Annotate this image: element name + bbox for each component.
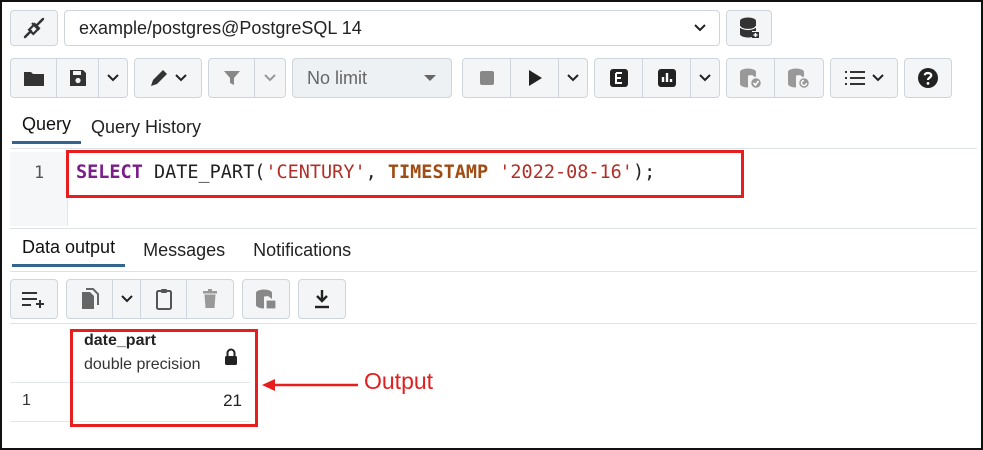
query-toolbar: No limit [10, 56, 952, 100]
explain-options-dropdown[interactable] [691, 59, 719, 97]
download-button[interactable] [299, 280, 345, 318]
filter-button[interactable] [209, 59, 255, 97]
rollback-button[interactable] [775, 59, 823, 97]
help-button[interactable] [905, 59, 951, 97]
new-connection-button[interactable] [726, 10, 772, 46]
tab-divider [10, 148, 977, 149]
filter-group [208, 58, 286, 98]
save-data-button[interactable] [243, 280, 289, 318]
bar-chart-icon [657, 69, 676, 87]
add-row-icon [22, 292, 44, 308]
database-save-icon [256, 289, 277, 310]
edit-group [134, 58, 202, 98]
tab-notifications[interactable]: Notifications [243, 240, 361, 267]
filter-icon [223, 71, 240, 85]
database-commit-icon [739, 68, 762, 89]
explain-icon [609, 69, 628, 87]
commit-button[interactable] [727, 59, 775, 97]
database-icon [739, 17, 759, 38]
arrow-left-icon [262, 379, 358, 391]
plug-disconnect-icon [23, 17, 45, 39]
copy-button[interactable] [67, 280, 113, 318]
row-limit-select[interactable]: No limit [292, 58, 452, 98]
query-tabs: Query Query History [12, 114, 211, 144]
save-data-group [242, 279, 290, 319]
save-options-dropdown[interactable] [99, 59, 127, 97]
explain-analyze-button[interactable] [643, 59, 691, 97]
line-number: 1 [34, 163, 45, 183]
chevron-down-icon [175, 74, 187, 82]
result-toolbar-divider [10, 323, 977, 324]
connection-value: example/postgres@PostgreSQL 14 [79, 17, 362, 38]
output-annotation-label: Output [364, 368, 434, 394]
result-tabs: Data output Messages Notifications [12, 237, 361, 267]
result-tab-divider [10, 271, 977, 272]
download-group [298, 279, 346, 319]
stop-icon [479, 71, 494, 85]
query-highlight-box [66, 150, 744, 198]
connection-bar: example/postgres@PostgreSQL 14 [10, 10, 772, 46]
execute-button[interactable] [511, 59, 559, 97]
filter-options-dropdown[interactable] [255, 59, 285, 97]
chevron-down-icon [264, 74, 276, 82]
tab-messages[interactable]: Messages [133, 240, 235, 267]
open-file-button[interactable] [11, 59, 57, 97]
trash-icon [203, 289, 217, 308]
file-group [10, 58, 128, 98]
tab-data-output[interactable]: Data output [12, 237, 126, 267]
pencil-icon [151, 70, 167, 86]
stop-button[interactable] [463, 59, 511, 97]
chevron-down-icon [694, 24, 706, 32]
copy-options-dropdown[interactable] [113, 280, 141, 318]
help-group [904, 58, 952, 98]
connection-select[interactable]: example/postgres@PostgreSQL 14 [64, 10, 720, 46]
folder-icon [23, 72, 44, 86]
save-icon [69, 70, 86, 86]
chevron-down-icon [120, 295, 133, 303]
edit-options-button[interactable] [135, 59, 201, 97]
chevron-down-icon [107, 74, 119, 82]
chevron-down-icon [872, 74, 884, 82]
chevron-down-icon [567, 74, 579, 82]
tab-query[interactable]: Query [12, 114, 82, 144]
connection-status-button[interactable] [10, 10, 58, 46]
save-file-button[interactable] [57, 59, 99, 97]
play-icon [528, 70, 542, 86]
execute-group [462, 58, 588, 98]
result-toolbar [10, 278, 346, 320]
add-row-group [10, 279, 58, 319]
row-limit-value: No limit [307, 67, 368, 88]
transaction-group [726, 58, 824, 98]
macros-button[interactable] [831, 59, 897, 97]
delete-row-button[interactable] [187, 280, 233, 318]
output-highlight-box [70, 329, 258, 427]
copy-group [66, 279, 234, 319]
editor-divider [10, 228, 977, 229]
list-icon [845, 71, 865, 85]
caret-down-icon [424, 75, 436, 81]
add-row-button[interactable] [11, 280, 57, 318]
clipboard-icon [155, 289, 172, 310]
row-number: 1 [22, 392, 31, 409]
database-rollback-icon [788, 68, 811, 89]
paste-button[interactable] [141, 280, 187, 318]
execute-options-dropdown[interactable] [559, 59, 587, 97]
help-icon [918, 68, 938, 88]
download-icon [315, 290, 329, 309]
explain-group [594, 58, 720, 98]
copy-icon [81, 288, 99, 309]
chevron-down-icon [699, 74, 711, 82]
line-gutter: 1 [10, 152, 68, 226]
macros-group [830, 58, 898, 98]
tab-query-history[interactable]: Query History [81, 117, 211, 144]
explain-button[interactable] [595, 59, 643, 97]
